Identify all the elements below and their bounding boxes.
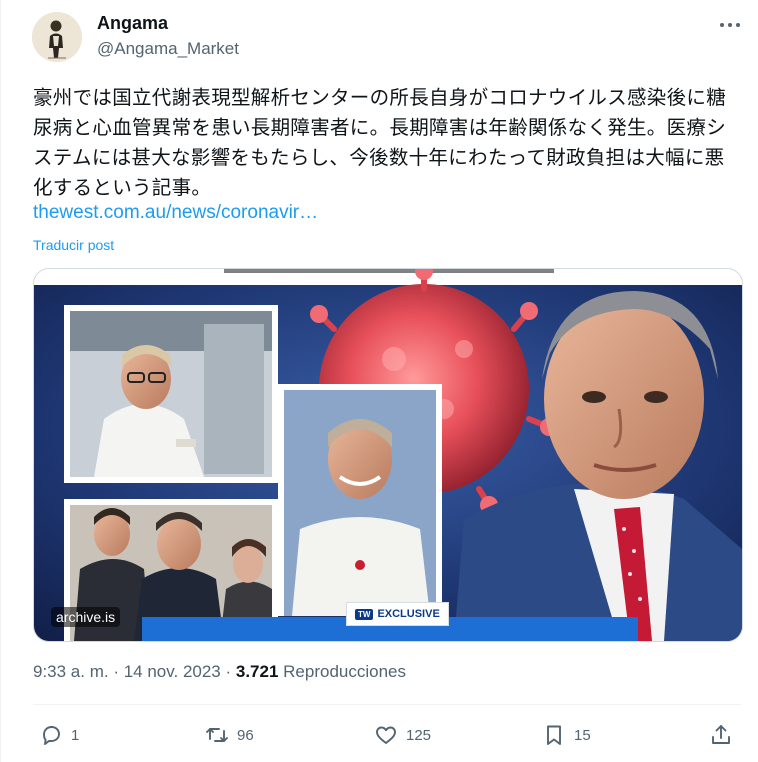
more-horizontal-icon — [720, 23, 740, 27]
exclusive-badge: TW EXCLUSIVE — [346, 602, 449, 626]
views-count: 3.721 — [235, 662, 279, 681]
meta-separator: · — [220, 662, 236, 681]
repost-icon — [206, 728, 228, 742]
tweet-text: 豪州では国立代謝表現型解析センターの所長自身がコロナウイルス感染後に糖尿病と心血… — [33, 86, 727, 199]
avatar[interactable] — [32, 12, 82, 62]
divider — [33, 704, 741, 705]
bookmark-button[interactable]: 15 — [542, 712, 591, 758]
reply-button[interactable]: 1 — [39, 712, 79, 758]
tweet-date[interactable]: 14 nov. 2023 — [124, 662, 221, 681]
repost-count: 96 — [237, 726, 254, 744]
author-handle[interactable]: @Angama_Market — [97, 39, 239, 59]
reply-count: 1 — [71, 726, 80, 744]
author-display-name[interactable]: Angama — [97, 13, 168, 34]
reply-icon — [43, 726, 60, 745]
media-source-label: archive.is — [51, 607, 121, 627]
tweet-card: Angama @Angama_Market 豪州では国立代謝表現型解析センターの… — [0, 0, 758, 762]
person-sketch-icon — [32, 12, 82, 62]
meta-separator: · — [108, 662, 124, 681]
badge-text: EXCLUSIVE — [377, 608, 440, 620]
tweet-time[interactable]: 9:33 a. m. — [33, 662, 109, 681]
share-icon — [712, 725, 730, 744]
more-options-button[interactable] — [713, 12, 747, 38]
action-bar: 1 96 125 15 — [1, 712, 758, 758]
article-link[interactable]: thewest.com.au/news/coronavir… — [33, 202, 318, 224]
news-collage-image — [34, 269, 742, 641]
translate-post-link[interactable]: Traducir post — [33, 237, 114, 253]
tweet-meta: 9:33 a. m. · 14 nov. 2023 · 3.721 Reprod… — [33, 662, 406, 682]
views-label: Reproducciones — [283, 662, 407, 681]
media-image[interactable]: TW EXCLUSIVE archive.is — [33, 268, 743, 642]
repost-button[interactable]: 96 — [205, 712, 254, 758]
heart-icon — [376, 726, 396, 744]
bookmark-count: 15 — [574, 726, 591, 744]
badge-mark: TW — [355, 608, 374, 620]
like-count: 125 — [406, 726, 432, 744]
like-button[interactable]: 125 — [374, 712, 431, 758]
bookmark-icon — [547, 725, 561, 745]
share-button[interactable] — [709, 712, 733, 758]
